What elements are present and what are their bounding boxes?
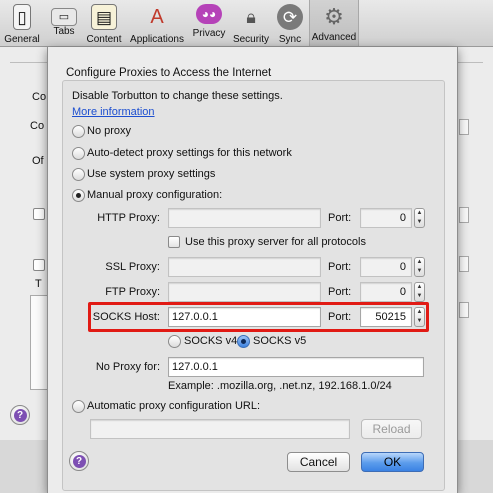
- toolbar-security[interactable]: 🔒︎ Security: [230, 2, 272, 45]
- lock-icon: 🔒︎: [246, 7, 256, 27]
- http-port-label: Port:: [328, 212, 352, 224]
- tabs-icon: ▭: [51, 8, 77, 26]
- toolbar-privacy[interactable]: ◕◕ Privacy: [190, 2, 228, 45]
- auto-config-url-radio[interactable]: [72, 400, 85, 413]
- torbutton-notice: Disable Torbutton to change these settin…: [72, 90, 283, 102]
- socks-host-input[interactable]: 127.0.0.1: [168, 307, 321, 327]
- gear-icon: ⚙: [324, 4, 344, 29]
- ssl-port-stepper[interactable]: ▲ ▼: [414, 257, 425, 277]
- http-proxy-label: HTTP Proxy:: [97, 212, 160, 224]
- socks-v5-radio[interactable]: [237, 335, 250, 348]
- http-port-stepper[interactable]: ▲ ▼: [414, 208, 425, 228]
- help-icon: ?: [72, 454, 86, 468]
- cancel-button[interactable]: Cancel: [287, 452, 350, 472]
- auto-config-url-input[interactable]: [90, 419, 350, 439]
- background-button: [459, 119, 469, 135]
- same-proxy-checkbox[interactable]: [168, 236, 180, 248]
- background-button: [459, 207, 469, 223]
- http-port-input[interactable]: 0: [360, 208, 412, 228]
- ftp-port-label: Port:: [328, 286, 352, 298]
- no-proxy-label: No proxy: [87, 125, 132, 137]
- toolbar-general[interactable]: ▯ General: [2, 2, 42, 45]
- reload-button[interactable]: Reload: [361, 419, 422, 439]
- no-proxy-radio[interactable]: [72, 125, 85, 138]
- http-proxy-input[interactable]: [168, 208, 321, 228]
- same-proxy-label: Use this proxy server for all protocols: [185, 236, 366, 248]
- more-information-link[interactable]: More information: [72, 106, 155, 118]
- ssl-proxy-label: SSL Proxy:: [105, 261, 160, 273]
- ssl-port-label: Port:: [328, 261, 352, 273]
- privacy-mask-icon: ◕◕: [196, 4, 222, 24]
- ssl-port-input[interactable]: 0: [360, 257, 412, 277]
- background-checkbox: [33, 259, 45, 271]
- sync-icon: ⟳: [277, 4, 303, 30]
- background-help-button[interactable]: ?: [10, 405, 30, 425]
- content-icon: ▤: [91, 4, 117, 30]
- applications-icon: A: [150, 6, 164, 28]
- toolbar-content[interactable]: ▤ Content: [84, 2, 124, 45]
- background-heading: Of: [32, 155, 44, 167]
- background-button: [459, 302, 469, 318]
- ftp-proxy-input[interactable]: [168, 282, 321, 302]
- background-checkbox: [33, 208, 45, 220]
- no-proxy-for-input[interactable]: 127.0.0.1: [168, 357, 424, 377]
- ok-button[interactable]: OK: [361, 452, 424, 472]
- socks-v5-label: SOCKS v5: [253, 335, 307, 347]
- ssl-proxy-input[interactable]: [168, 257, 321, 277]
- ftp-port-stepper[interactable]: ▲ ▼: [414, 282, 425, 302]
- dialog-title: Configure Proxies to Access the Internet: [66, 67, 272, 79]
- socks-port-label: Port:: [328, 311, 352, 323]
- preferences-toolbar: ▯ General ▭ Tabs ▤ Content A Application…: [0, 0, 493, 47]
- manual-proxy-label: Manual proxy configuration:: [87, 189, 223, 201]
- socks-v4-label: SOCKS v4: [184, 335, 238, 347]
- background-label: Co: [30, 120, 45, 132]
- ftp-port-input[interactable]: 0: [360, 282, 412, 302]
- toolbar-tabs[interactable]: ▭ Tabs: [48, 2, 80, 45]
- no-proxy-for-label: No Proxy for:: [95, 361, 160, 373]
- help-icon: ?: [13, 408, 27, 422]
- no-proxy-example: Example: .mozilla.org, .net.nz, 192.168.…: [168, 380, 392, 392]
- background-label: T: [35, 278, 42, 290]
- toolbar-sync[interactable]: ⟳ Sync: [276, 2, 304, 45]
- toolbar-advanced[interactable]: ⚙ Advanced: [309, 0, 359, 46]
- socks-port-stepper[interactable]: ▲ ▼: [414, 307, 425, 327]
- auto-detect-radio[interactable]: [72, 147, 85, 160]
- ftp-proxy-label: FTP Proxy:: [105, 286, 160, 298]
- manual-proxy-radio[interactable]: [72, 189, 85, 202]
- socks-v4-radio[interactable]: [168, 335, 181, 348]
- socks-port-input[interactable]: 50215: [360, 307, 412, 327]
- system-proxy-label: Use system proxy settings: [87, 168, 216, 180]
- socks-host-label: SOCKS Host:: [92, 311, 160, 323]
- background-button: [459, 256, 469, 272]
- dialog-help-button[interactable]: ?: [69, 451, 89, 471]
- system-proxy-radio[interactable]: [72, 168, 85, 181]
- background-heading: Co: [32, 91, 47, 103]
- auto-detect-label: Auto-detect proxy settings for this netw…: [87, 147, 292, 159]
- toolbar-applications[interactable]: A Applications: [128, 2, 186, 45]
- switch-icon: ▯: [13, 4, 31, 30]
- auto-config-url-label: Automatic proxy configuration URL:: [87, 400, 261, 412]
